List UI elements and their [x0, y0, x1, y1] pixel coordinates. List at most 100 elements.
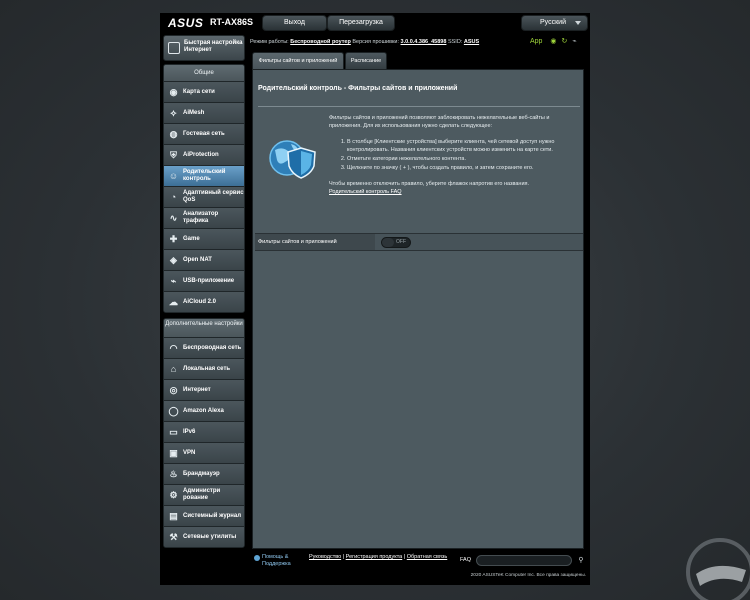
- sidebar-item-alexa[interactable]: ◯ Amazon Alexa: [164, 400, 244, 421]
- ssid-value-link[interactable]: ASUS: [464, 39, 479, 45]
- general-menu: Общие ◉ Карта сети ⟡ AiMesh ◍ Гостевая сеть…: [163, 64, 245, 313]
- firewall-icon: ♨: [169, 469, 178, 479]
- content-panel: Родительский контроль - Фильтры сайтов и…: [252, 69, 584, 549]
- reboot-button[interactable]: Перезагрузка: [327, 15, 395, 31]
- help-icon: [254, 555, 260, 561]
- mode-label: Режим работы:: [250, 39, 289, 45]
- faq-label: FAQ: [460, 557, 472, 563]
- description: Фильтры сайтов и приложений позволяют за…: [329, 114, 574, 196]
- parental-control-icon: ☺: [168, 171, 179, 181]
- sidebar-item-aimesh[interactable]: ⟡ AiMesh: [164, 102, 244, 123]
- quick-setup-button[interactable]: Быстрая настройка Интернет: [163, 35, 245, 61]
- toggle-knob: [382, 238, 394, 247]
- ethernet-status-icon[interactable]: ◉: [550, 38, 556, 45]
- toggle-state: OFF: [396, 239, 406, 245]
- firmware-value-link[interactable]: 3.0.0.4.386_45898: [401, 39, 447, 45]
- sidebar-item-system-log[interactable]: ▤ Системный журнал: [164, 505, 244, 526]
- firmware-label: Версия прошивки:: [352, 39, 399, 45]
- intro-text: Фильтры сайтов и приложений позволяют за…: [329, 115, 550, 129]
- tools-icon: ⚒: [169, 532, 178, 542]
- sidebar-item-label: Беспроводная сеть: [183, 345, 242, 351]
- sidebar-item-game[interactable]: ✚ Game: [164, 228, 244, 249]
- sidebar-item-lan[interactable]: ⌂ Локальная сеть: [164, 358, 244, 379]
- aiprotection-icon: ⛨: [170, 150, 177, 160]
- status-icons: App ◉ ↻ ⌁: [530, 37, 590, 47]
- refresh-status-icon[interactable]: ↻: [561, 38, 567, 45]
- language-value: Русский: [540, 19, 566, 26]
- feedback-link[interactable]: Обратная связь: [407, 554, 448, 560]
- footer: Помощь & Поддержка Руководство | Регистр…: [252, 553, 588, 569]
- faq-link[interactable]: Родительский контроль FAQ: [329, 189, 402, 195]
- app-label[interactable]: App: [530, 38, 542, 45]
- alexa-icon: ◯: [168, 406, 179, 416]
- steps-list: В столбце [Клиентские устройства] выбери…: [329, 138, 574, 172]
- sidebar-item-label: VPN: [183, 450, 196, 456]
- sidebar-item-ipv6[interactable]: ▭ IPv6: [164, 421, 244, 442]
- globe-shield-icon: [269, 140, 316, 179]
- tab-web-app-filters[interactable]: Фильтры сайтов и приложений: [252, 52, 344, 69]
- sidebar-item-network-tools[interactable]: ⚒ Сетевые утилиты: [164, 526, 244, 547]
- sidebar-item-label: Анализатор трафика: [183, 211, 219, 224]
- ipv6-icon: ▭: [169, 427, 178, 437]
- sidebar-item-qos[interactable]: ◔ Адаптивный сервис QoS: [164, 186, 244, 207]
- filter-toggle[interactable]: OFF: [381, 237, 411, 248]
- sidebar-item-label: USB-приложение: [183, 278, 235, 284]
- filter-setting-row: Фильтры сайтов и приложений OFF: [255, 233, 583, 251]
- model-name: RT-AX86S: [210, 17, 254, 27]
- cloud-icon: ☁: [169, 297, 178, 307]
- sidebar-item-wan[interactable]: ◎ Интернет: [164, 379, 244, 400]
- step-item: В столбце [Клиентские устройства] выбери…: [347, 138, 574, 154]
- sidebar-item-label: Сетевые утилиты: [183, 534, 237, 540]
- sidebar-item-network-map[interactable]: ◉ Карта сети: [164, 81, 244, 102]
- sidebar-item-label: Администрирование: [183, 488, 221, 501]
- copyright: 2020 ASUSTeK Computer Inc. Все права защ…: [470, 573, 586, 578]
- footer-links: Руководство | Регистрация продукта | Обр…: [309, 554, 448, 560]
- mode-value-link[interactable]: Беспроводной роутер: [290, 39, 351, 45]
- router-admin-window: ASUS RT-AX86S Выход Перезагрузка Русский…: [160, 13, 590, 585]
- register-link[interactable]: Регистрация продукта: [346, 554, 403, 560]
- sidebar-item-label: Game: [183, 236, 200, 242]
- lan-icon: ⌂: [170, 364, 177, 374]
- faq-search-input[interactable]: [476, 555, 572, 566]
- advanced-menu-header: Дополнительные настройки: [164, 319, 244, 337]
- filter-setting-label: Фильтры сайтов и приложений: [255, 234, 375, 250]
- asus-logo: ASUS: [168, 16, 204, 30]
- sidebar-item-label: Гостевая сеть: [183, 131, 225, 137]
- sidebar-item-open-nat[interactable]: ◈ Open NAT: [164, 249, 244, 270]
- sidebar-item-administration[interactable]: ⚙ Администрирование: [164, 484, 244, 505]
- sidebar-item-firewall[interactable]: ♨ Брандмауэр: [164, 463, 244, 484]
- sidebar-item-aiprotection[interactable]: ⛨ AiProtection: [164, 144, 244, 165]
- sidebar-item-traffic-analyzer[interactable]: ∿ Анализатор трафика: [164, 207, 244, 228]
- note-text: Чтобы временно отключить правило, уберит…: [329, 181, 530, 187]
- tab-schedule[interactable]: Расписание: [345, 52, 387, 69]
- sidebar-item-label: Адаптивный сервис QoS: [183, 190, 244, 203]
- guest-network-icon: ◍: [169, 129, 178, 139]
- sidebar-item-guest-network[interactable]: ◍ Гостевая сеть: [164, 123, 244, 144]
- usb-status-icon[interactable]: ⌁: [572, 38, 576, 45]
- divider: [258, 106, 580, 107]
- sidebar-item-parental-control[interactable]: ☺ Родительский контроль: [164, 165, 244, 186]
- sidebar-item-label: Системный журнал: [183, 513, 242, 519]
- sidebar-item-label: AiCloud 2.0: [183, 299, 217, 305]
- sidebar-item-label: Брандмауэр: [183, 471, 220, 477]
- wireless-icon: ◠: [169, 343, 178, 353]
- network-map-icon: ◉: [169, 87, 178, 97]
- globe-icon: ◎: [169, 385, 178, 395]
- language-select[interactable]: Русский: [521, 15, 588, 31]
- sidebar-item-usb[interactable]: ⌁ USB-приложение: [164, 270, 244, 291]
- advanced-menu: Дополнительные настройки ◠ Беспроводная с…: [163, 318, 245, 548]
- sidebar-item-label: Локальная сеть: [183, 366, 231, 372]
- help-support-link[interactable]: Помощь & Поддержка: [262, 554, 304, 568]
- log-icon: ▤: [169, 511, 178, 521]
- sidebar-item-label: IPv6: [183, 429, 196, 435]
- sidebar-item-aicloud[interactable]: ☁ AiCloud 2.0: [164, 291, 244, 312]
- sidebar-item-label: Amazon Alexa: [183, 408, 224, 414]
- search-icon[interactable]: ⚲: [576, 555, 586, 566]
- chevron-down-icon: [575, 21, 581, 25]
- sidebar-item-wireless[interactable]: ◠ Беспроводная сеть: [164, 337, 244, 358]
- manual-link[interactable]: Руководство: [309, 554, 341, 560]
- logout-button[interactable]: Выход: [262, 15, 327, 31]
- sidebar-item-vpn[interactable]: ▣ VPN: [164, 442, 244, 463]
- sidebar-item-label: Карта сети: [183, 89, 215, 95]
- sidebar-item-label: AiProtection: [183, 152, 219, 158]
